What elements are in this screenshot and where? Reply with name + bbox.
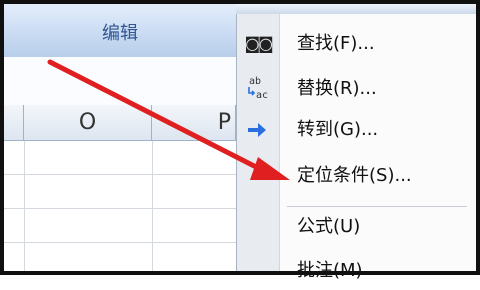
screenshot-border [0,0,480,275]
